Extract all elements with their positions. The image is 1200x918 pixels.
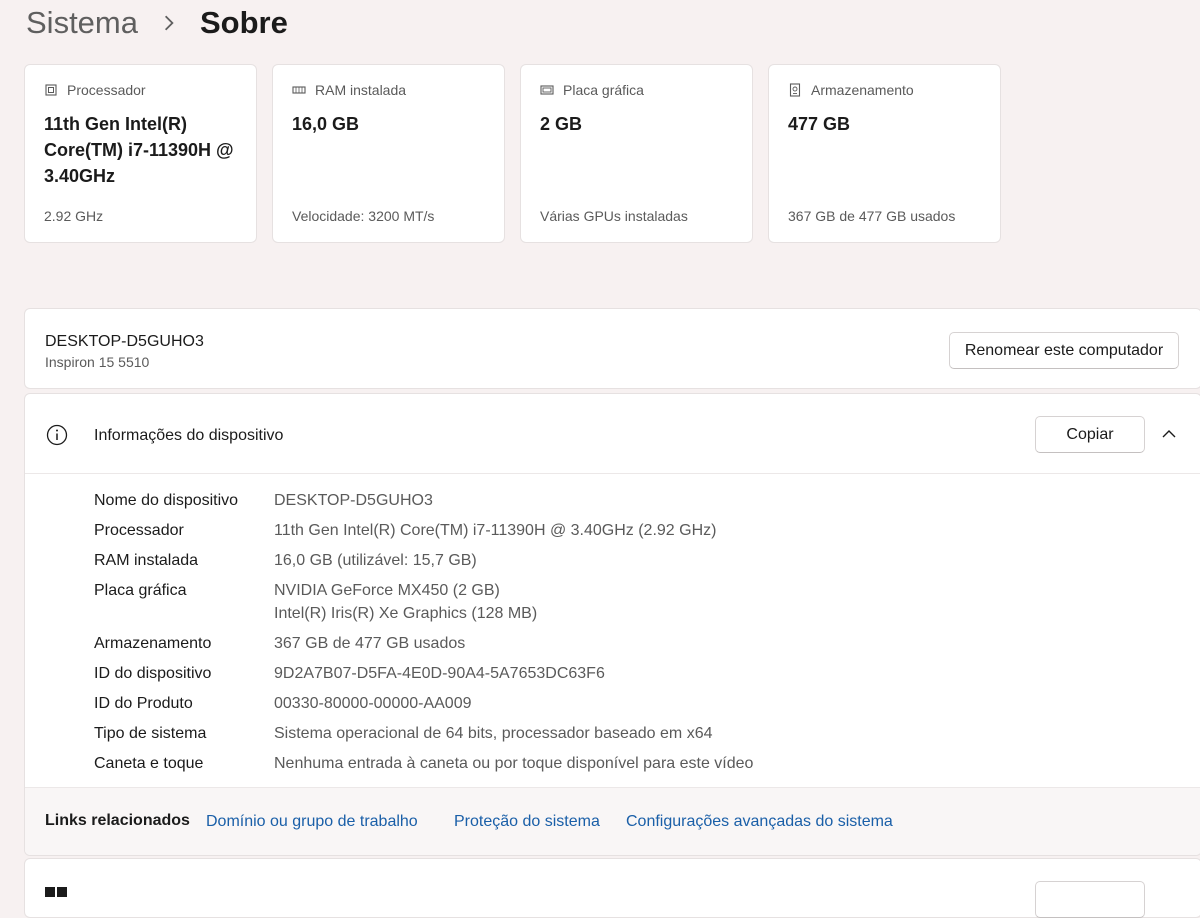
spec-value[interactable]: 367 GB de 477 GB usados [274,632,465,655]
windows-spec-panel [24,858,1200,918]
card-value: 16,0 GB [292,114,360,134]
spec-label: RAM instalada [94,552,199,569]
spec-label: Tipo de sistema [94,725,207,742]
card-label: RAM instalada [315,82,407,98]
breadcrumb-parent[interactable]: Sistema [26,5,138,41]
link-domain-workgroup[interactable]: Domínio ou grupo de trabalho [206,813,418,831]
copy-button[interactable]: Copiar [1035,416,1145,453]
spec-label: ID do dispositivo [94,665,212,682]
card-gpu: Placa gráfica 2 GB Várias GPUs instalada… [520,64,753,243]
related-links-bar: Links relacionados Domínio ou grupo de t… [25,787,1200,855]
page-title: Sobre [199,5,288,40]
spec-label: Processador [94,522,184,539]
device-info-panel: Informações do dispositivo Copiar Nome d… [24,393,1200,856]
device-model: Inspiron 15 5510 [45,354,150,370]
card-value: 11th Gen Intel(R) Core(TM) i7-11390H @ 3… [44,114,234,186]
card-sub: 367 GB de 477 GB usados [788,208,956,224]
rename-computer-button[interactable]: Renomear este computador [949,332,1179,369]
ram-icon [292,86,306,94]
device-name-panel: DESKTOP-D5GUHO3 Inspiron 15 5510 Renomea… [24,308,1200,389]
spec-row: Placa gráfica NVIDIA GeForce MX450 (2 GB… [94,579,753,625]
spec-value[interactable]: 11th Gen Intel(R) Core(TM) i7-11390H @ 3… [274,519,716,542]
spec-row: Nome do dispositivo DESKTOP-D5GUHO3 [94,489,753,512]
card-value: 477 GB [788,114,851,134]
card-processor: Processador 11th Gen Intel(R) Core(TM) i… [24,64,257,243]
card-sub: Velocidade: 3200 MT/s [292,208,435,224]
spec-row: RAM instalada 16,0 GB (utilizável: 15,7 … [94,549,753,572]
copy-button-secondary[interactable] [1035,881,1145,918]
spec-row: Processador 11th Gen Intel(R) Core(TM) i… [94,519,753,542]
link-system-protection[interactable]: Proteção do sistema [454,813,600,831]
link-advanced-system-settings[interactable]: Configurações avançadas do sistema [626,813,893,831]
related-links-label: Links relacionados [45,812,190,829]
spec-value[interactable]: DESKTOP-D5GUHO3 [274,489,433,512]
spec-row: ID do dispositivo 9D2A7B07-D5FA-4E0D-90A… [94,662,753,685]
spec-label: Nome do dispositivo [94,492,239,509]
spec-row: Tipo de sistema Sistema operacional de 6… [94,722,753,745]
card-sub: Várias GPUs instaladas [540,208,688,224]
processor-icon [45,84,57,96]
spec-cards: Processador 11th Gen Intel(R) Core(TM) i… [24,64,1001,243]
device-info-title: Informações do dispositivo [94,427,284,444]
device-info-header[interactable]: Informações do dispositivo Copiar [25,394,1200,474]
spec-label: Caneta e toque [94,755,204,772]
storage-icon [789,83,801,97]
spec-value[interactable]: Intel(R) Iris(R) Xe Graphics (128 MB) [274,602,537,625]
card-sub: 2.92 GHz [44,208,104,224]
chevron-up-icon[interactable] [1161,426,1177,442]
card-label: Processador [67,82,146,98]
device-name: DESKTOP-D5GUHO3 [45,333,204,350]
spec-row: Caneta e toque Nenhuma entrada à caneta … [94,752,753,775]
spec-label: ID do Produto [94,695,193,712]
info-icon [46,424,68,446]
windows-logo-icon [45,887,67,897]
spec-value[interactable]: NVIDIA GeForce MX450 (2 GB) [274,579,537,602]
chevron-right-icon [164,15,174,31]
card-value: 2 GB [540,114,583,134]
card-storage: Armazenamento 477 GB 367 GB de 477 GB us… [768,64,1001,243]
spec-value[interactable]: Sistema operacional de 64 bits, processa… [274,722,712,745]
spec-label: Placa gráfica [94,582,187,599]
spec-value[interactable]: 16,0 GB (utilizável: 15,7 GB) [274,549,477,572]
spec-value[interactable]: 00330-80000-00000-AA009 [274,692,472,715]
gpu-icon [540,85,554,95]
card-label: Placa gráfica [563,82,644,98]
card-label: Armazenamento [811,82,914,98]
spec-list: Nome do dispositivo DESKTOP-D5GUHO3 Proc… [94,489,753,782]
spec-row: Armazenamento 367 GB de 477 GB usados [94,632,753,655]
spec-row: ID do Produto 00330-80000-00000-AA009 [94,692,753,715]
card-ram: RAM instalada 16,0 GB Velocidade: 3200 M… [272,64,505,243]
spec-label: Armazenamento [94,635,212,652]
spec-value[interactable]: 9D2A7B07-D5FA-4E0D-90A4-5A7653DC63F6 [274,662,605,685]
breadcrumb: Sistema Sobre [26,2,288,44]
spec-value[interactable]: Nenhuma entrada à caneta ou por toque di… [274,752,753,775]
